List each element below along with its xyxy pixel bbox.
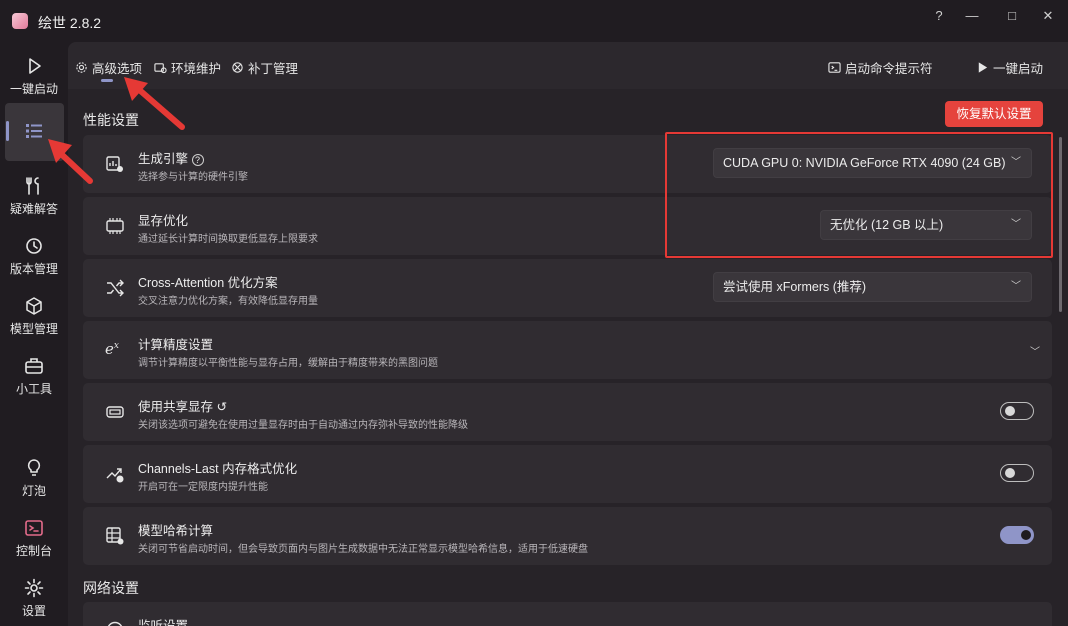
setting-title: 显存优化 xyxy=(138,214,189,228)
engine-icon xyxy=(106,156,123,172)
setting-description: 关闭可节省启动时间，但会导致页面内与图片生成数据中无法正常显示模型哈希信息，适用… xyxy=(138,544,588,555)
table-gear-icon xyxy=(106,527,124,545)
shuffle-icon xyxy=(107,279,124,297)
annotation-arrow-tab xyxy=(124,77,185,130)
gpu-card-icon xyxy=(106,406,124,418)
help-button[interactable]: ? xyxy=(924,6,954,26)
section-title-network: 网络设置 xyxy=(83,580,139,596)
gear-icon xyxy=(24,578,44,598)
setting-description: 开启可在一定限度内提升性能 xyxy=(138,482,268,493)
patch-icon xyxy=(232,62,243,73)
setting-description: 选择参与计算的硬件引擎 xyxy=(138,172,248,183)
launch-button[interactable]: 一键启动 xyxy=(976,58,1043,77)
nav-label: 版本管理 xyxy=(9,262,58,276)
chevron-down-icon[interactable]: ﹀ xyxy=(1030,343,1040,358)
app-logo-icon xyxy=(12,13,28,29)
maintenance-icon xyxy=(154,63,167,74)
setting-description: 交叉注意力优化方案，有效降低显存用量 xyxy=(138,296,318,307)
nav-label: 一键启动 xyxy=(9,82,58,96)
tab-bar: 高级选项 环境维护 补丁管理 启动命令提示符 一键启动 xyxy=(68,42,1068,89)
setting-card-cross-attention: Cross-Attention 优化方案 交叉注意力优化方案，有效降低显存用量 … xyxy=(83,259,1052,317)
setting-card-channels-last: Channels-Last 内存格式优化 开启可在一定限度内提升性能 xyxy=(83,445,1052,503)
globe-icon xyxy=(107,621,123,626)
tab-patches[interactable]: 补丁管理 xyxy=(231,58,298,77)
lightbulb-icon xyxy=(27,459,41,476)
title-bar: 绘世 2.8.2 ? — □ ✕ xyxy=(0,0,1068,42)
setting-title: Cross-Attention 优化方案 xyxy=(138,276,278,290)
setting-description: 通过延长计算时间换取更低显存上限要求 xyxy=(138,234,318,245)
annotation-arrow-nav xyxy=(48,139,93,184)
tools-icon xyxy=(26,177,39,195)
setting-card-precision[interactable]: ex 计算精度设置 调节计算精度以平衡性能与显存占用，缓解由于精度带来的黑图问题… xyxy=(83,321,1052,379)
minimize-button[interactable]: — xyxy=(957,6,987,26)
chevron-down-icon: ﹀ xyxy=(1011,281,1021,292)
memory-chip-icon xyxy=(106,218,124,234)
setting-card-model-hash: 模型哈希计算 关闭可节省启动时间，但会导致页面内与图片生成数据中无法正常显示模型… xyxy=(83,507,1052,565)
nav-item-tools[interactable]: 小工具 xyxy=(4,356,64,397)
button-label: 启动命令提示符 xyxy=(845,62,933,76)
list-icon xyxy=(26,124,42,138)
open-command-prompt-button[interactable]: 启动命令提示符 xyxy=(828,58,933,77)
nav-label: 模型管理 xyxy=(9,322,58,336)
model-hash-toggle[interactable] xyxy=(1000,526,1034,544)
exponent-icon: ex xyxy=(105,340,119,358)
reset-defaults-button[interactable]: 恢复默认设置 xyxy=(945,101,1043,127)
close-button[interactable]: ✕ xyxy=(1033,6,1063,26)
console-icon xyxy=(25,520,43,536)
toggle-knob xyxy=(1021,530,1031,540)
gear-icon xyxy=(76,62,87,73)
scrollbar-thumb[interactable] xyxy=(1059,137,1062,312)
tab-label: 补丁管理 xyxy=(248,62,299,76)
nav-item-console[interactable]: 控制台 xyxy=(4,518,64,559)
nav-label: 灯泡 xyxy=(21,484,46,498)
toggle-knob xyxy=(1005,468,1015,478)
setting-title: Channels-Last 内存格式优化 xyxy=(138,462,298,476)
main-panel: 高级选项 环境维护 补丁管理 启动命令提示符 一键启动 性能设置 恢复默认设置 … xyxy=(68,42,1068,626)
nav-item-settings[interactable]: 设置 xyxy=(4,578,64,619)
cross-attention-select[interactable]: 尝试使用 xFormers (推荐) ﹀ xyxy=(713,272,1032,302)
toggle-knob xyxy=(1005,406,1015,416)
setting-title: 模型哈希计算 xyxy=(138,524,214,538)
setting-card-listen[interactable]: 监听设置 xyxy=(83,602,1052,626)
nav-item-versions[interactable]: 版本管理 xyxy=(4,236,64,277)
terminal-icon xyxy=(828,62,841,73)
channels-last-toggle[interactable] xyxy=(1000,464,1034,482)
history-icon xyxy=(26,238,42,254)
trend-check-icon xyxy=(106,468,124,483)
setting-card-shared-vram: 使用共享显存 ↺ 关闭该选项可避免在使用过量显存时由于自动通过内存弥补导致的性能… xyxy=(83,383,1052,441)
undo-icon: ↺ xyxy=(216,400,227,414)
nav-label: 小工具 xyxy=(15,382,52,396)
nav-label: 设置 xyxy=(21,604,46,618)
play-icon xyxy=(29,58,41,74)
select-value: 尝试使用 xFormers (推荐) xyxy=(723,280,867,294)
shared-vram-toggle[interactable] xyxy=(1000,402,1034,420)
nav-item-lightbulb[interactable]: 灯泡 xyxy=(4,458,64,499)
maximize-button[interactable]: □ xyxy=(997,6,1027,26)
nav-item-models[interactable]: 模型管理 xyxy=(4,296,64,337)
setting-description: 关闭该选项可避免在使用过量显存时由于自动通过内存弥补导致的性能降级 xyxy=(138,420,468,431)
setting-title: 监听设置 xyxy=(138,619,189,626)
window-title: 绘世 2.8.2 xyxy=(38,15,102,31)
help-circle-icon[interactable]: ? xyxy=(191,154,204,166)
setting-title: 计算精度设置 xyxy=(138,338,214,352)
nav-label: 疑难解答 xyxy=(9,202,58,216)
setting-title: 使用共享显存 ↺ xyxy=(138,400,227,414)
toolbox-icon xyxy=(25,358,43,374)
setting-title: 生成引擎 ? xyxy=(138,148,204,167)
nav-item-launch[interactable]: 一键启动 xyxy=(4,56,64,97)
nav-label: 控制台 xyxy=(15,544,52,558)
button-label: 一键启动 xyxy=(993,62,1044,76)
annotation-highlight-box xyxy=(665,132,1053,258)
play-icon xyxy=(978,62,988,73)
tab-active-indicator xyxy=(101,79,113,82)
cube-icon xyxy=(26,297,42,315)
setting-description: 调节计算精度以平衡性能与显存占用，缓解由于精度带来的黑图问题 xyxy=(138,358,438,369)
